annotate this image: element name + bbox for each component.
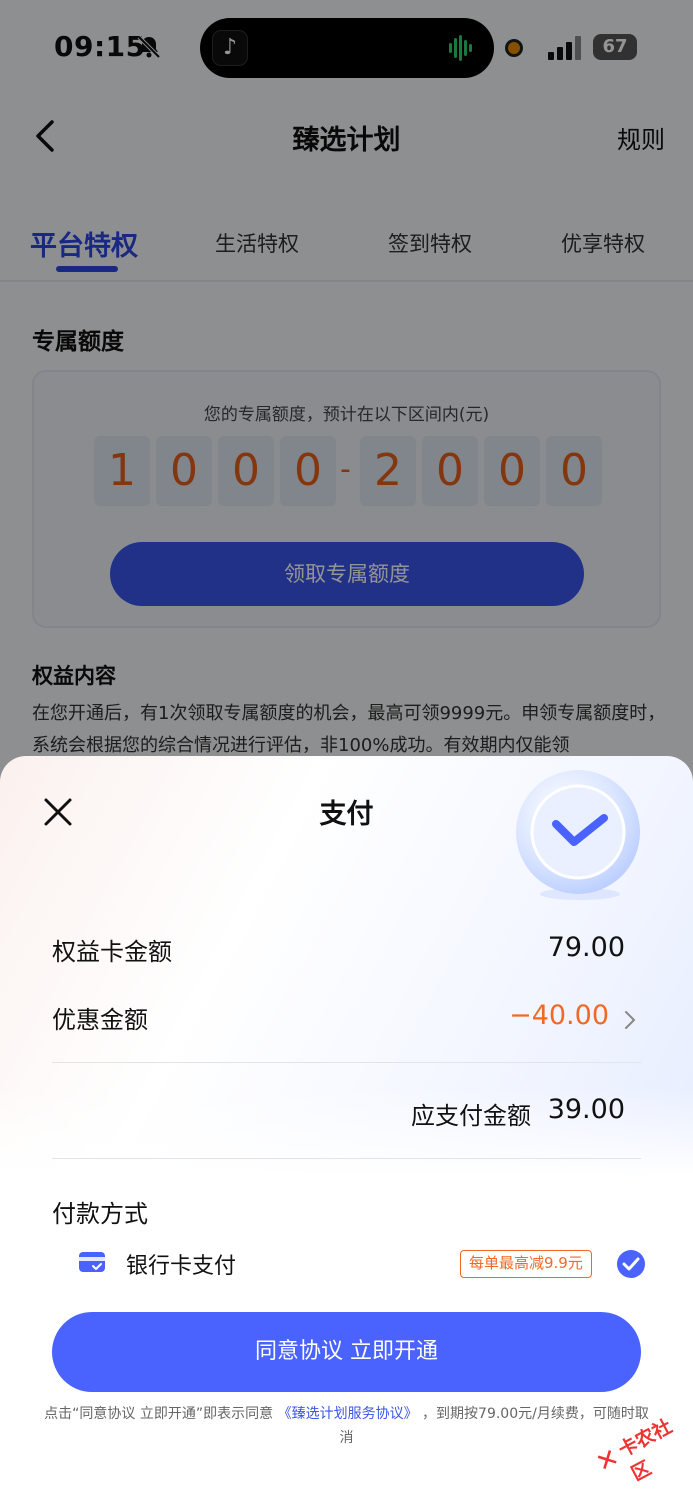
chevron-right-icon[interactable] (623, 1009, 637, 1031)
selected-check-icon[interactable] (616, 1249, 646, 1279)
divider (52, 1158, 641, 1159)
payment-method-title: 付款方式 (52, 1200, 148, 1228)
payment-sheet: 支付 权益卡金额 79.00 优惠金额 −40.00 应支付金额 39.00 付… (0, 756, 693, 1500)
bank-card-icon (79, 1252, 105, 1272)
service-agreement-link[interactable]: 《臻选计划服务协议》 (278, 1406, 418, 1422)
amount-due-value: 39.00 (547, 1094, 625, 1125)
promo-badge: 每单最高减9.9元 (460, 1250, 592, 1278)
card-amount-label: 权益卡金额 (52, 938, 172, 966)
bank-card-payment-option[interactable]: 银行卡支付 (126, 1248, 236, 1280)
agreement-note: 点击“同意协议 立即开通”即表示同意 《臻选计划服务协议》 ，到期按79.00元… (40, 1402, 653, 1450)
discount-value[interactable]: −40.00 (509, 1000, 609, 1031)
amount-due-label: 应支付金额 (411, 1102, 531, 1130)
card-amount-value: 79.00 (547, 932, 625, 963)
checkmark-coin-icon (516, 770, 640, 900)
discount-label[interactable]: 优惠金额 (52, 1000, 148, 1035)
divider (52, 1062, 641, 1063)
agree-and-activate-button[interactable]: 同意协议 立即开通 (52, 1312, 641, 1392)
agreement-prefix: 点击“同意协议 立即开通”即表示同意 (44, 1406, 274, 1422)
